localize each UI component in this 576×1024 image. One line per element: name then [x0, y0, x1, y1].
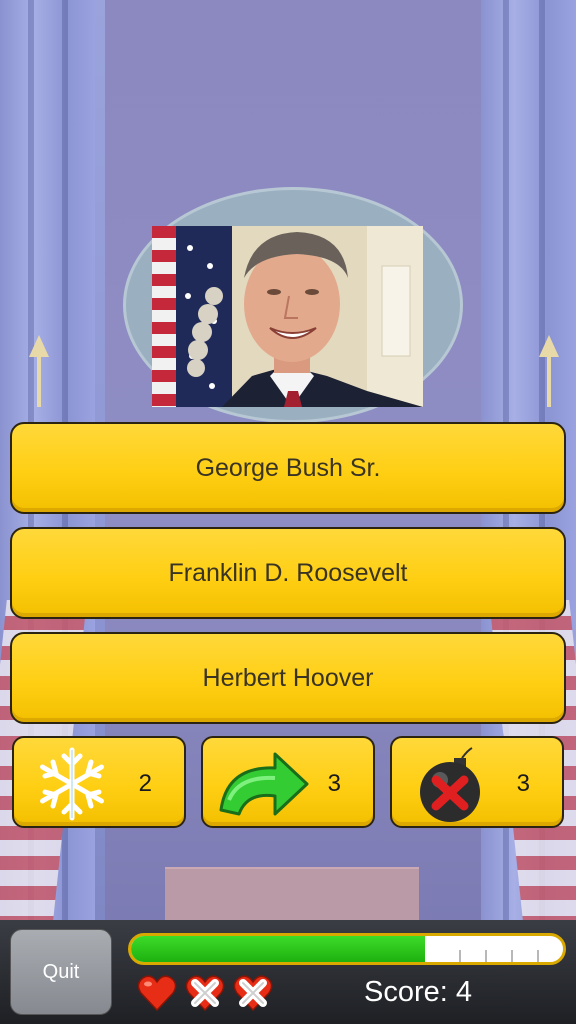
skip-count: 3 [327, 770, 341, 797]
answer-button-3[interactable]: Herbert Hoover [10, 632, 566, 724]
score-label: Score: [364, 976, 448, 1008]
answer-label: Franklin D. Roosevelt [168, 558, 408, 587]
progress-fill [131, 936, 425, 962]
answer-button-2[interactable]: Franklin D. Roosevelt [10, 527, 566, 619]
freeze-count: 2 [138, 770, 152, 797]
time-progress-bar [128, 933, 566, 965]
answer-button-1[interactable]: George Bush Sr. [10, 422, 566, 514]
left-pole-finial [29, 335, 49, 407]
snowflake-icon [40, 747, 104, 821]
bomb-powerup-button[interactable]: 3 [390, 736, 564, 828]
answer-label: Herbert Hoover [202, 663, 374, 692]
lives [136, 972, 274, 1018]
quit-button[interactable]: Quit [10, 929, 112, 1015]
right-pole-finial [539, 335, 559, 407]
freeze-powerup-button[interactable]: 2 [12, 736, 186, 828]
skip-arrow-icon [219, 752, 309, 816]
quit-label: Quit [42, 960, 80, 983]
bomb-count: 3 [516, 770, 530, 797]
president-portrait [152, 226, 423, 407]
answer-label: George Bush Sr. [195, 453, 381, 482]
lost-life-icon [233, 975, 273, 1012]
skip-powerup-button[interactable]: 3 [201, 736, 375, 828]
score-value: 4 [455, 976, 473, 1008]
score-display: Score: 4 [364, 976, 472, 1009]
heart-icon [137, 975, 177, 1012]
bomb-icon [420, 747, 480, 822]
lost-life-icon [185, 975, 225, 1012]
podium [165, 867, 419, 920]
